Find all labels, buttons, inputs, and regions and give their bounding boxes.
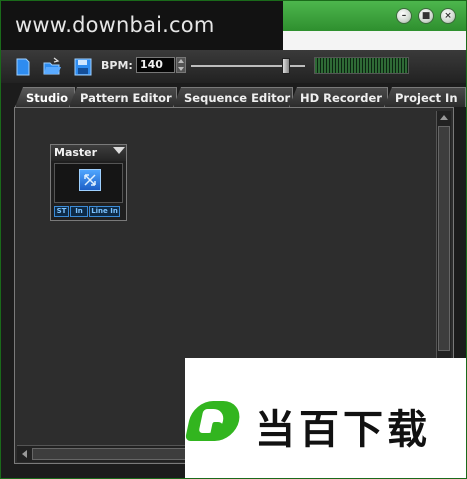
restore-button[interactable]: ■ bbox=[418, 8, 434, 24]
new-file-icon[interactable] bbox=[13, 57, 33, 77]
app-window: www.downbai.com – ■ × BPM: 140 Studio Pa… bbox=[0, 0, 467, 479]
watermark-banner: www.downbai.com bbox=[1, 1, 283, 50]
tempo-slider-thumb[interactable] bbox=[282, 58, 290, 74]
watermark-text: www.downbai.com bbox=[15, 13, 215, 37]
tab-sequence-editor[interactable]: Sequence Editor bbox=[173, 87, 293, 107]
vertical-scroll-thumb[interactable] bbox=[438, 126, 450, 351]
tab-project-info[interactable]: Project In bbox=[384, 87, 466, 107]
master-body bbox=[54, 163, 123, 203]
level-meter bbox=[314, 57, 409, 74]
tab-hd-recorder[interactable]: HD Recorder bbox=[289, 87, 388, 107]
mixer-icon[interactable] bbox=[79, 169, 101, 191]
master-module[interactable]: Master ST In Line In bbox=[50, 144, 127, 221]
logo-text: 当百下载 bbox=[255, 407, 431, 453]
bpm-spinner[interactable] bbox=[176, 57, 186, 73]
minimize-button[interactable]: – bbox=[396, 8, 412, 24]
close-button[interactable]: × bbox=[440, 8, 456, 24]
open-folder-icon[interactable] bbox=[42, 57, 62, 77]
input-button[interactable]: In bbox=[70, 206, 88, 217]
scroll-up-icon[interactable] bbox=[440, 115, 448, 120]
tab-pattern-editor[interactable]: Pattern Editor bbox=[69, 87, 177, 107]
tab-studio[interactable]: Studio bbox=[15, 87, 75, 107]
tab-strip: Studio Pattern Editor Sequence Editor HD… bbox=[1, 83, 466, 107]
line-in-button[interactable]: Line In bbox=[89, 206, 120, 217]
save-disk-icon[interactable] bbox=[73, 57, 93, 77]
menu-area bbox=[283, 31, 466, 50]
horizontal-scroll-thumb[interactable] bbox=[32, 448, 202, 460]
stereo-button[interactable]: ST bbox=[54, 206, 69, 217]
bpm-input[interactable]: 140 bbox=[136, 57, 175, 73]
bpm-label: BPM: bbox=[101, 59, 133, 72]
scroll-left-icon[interactable] bbox=[22, 450, 27, 458]
chevron-down-icon[interactable] bbox=[113, 147, 125, 154]
toolbar: BPM: 140 bbox=[1, 50, 466, 83]
